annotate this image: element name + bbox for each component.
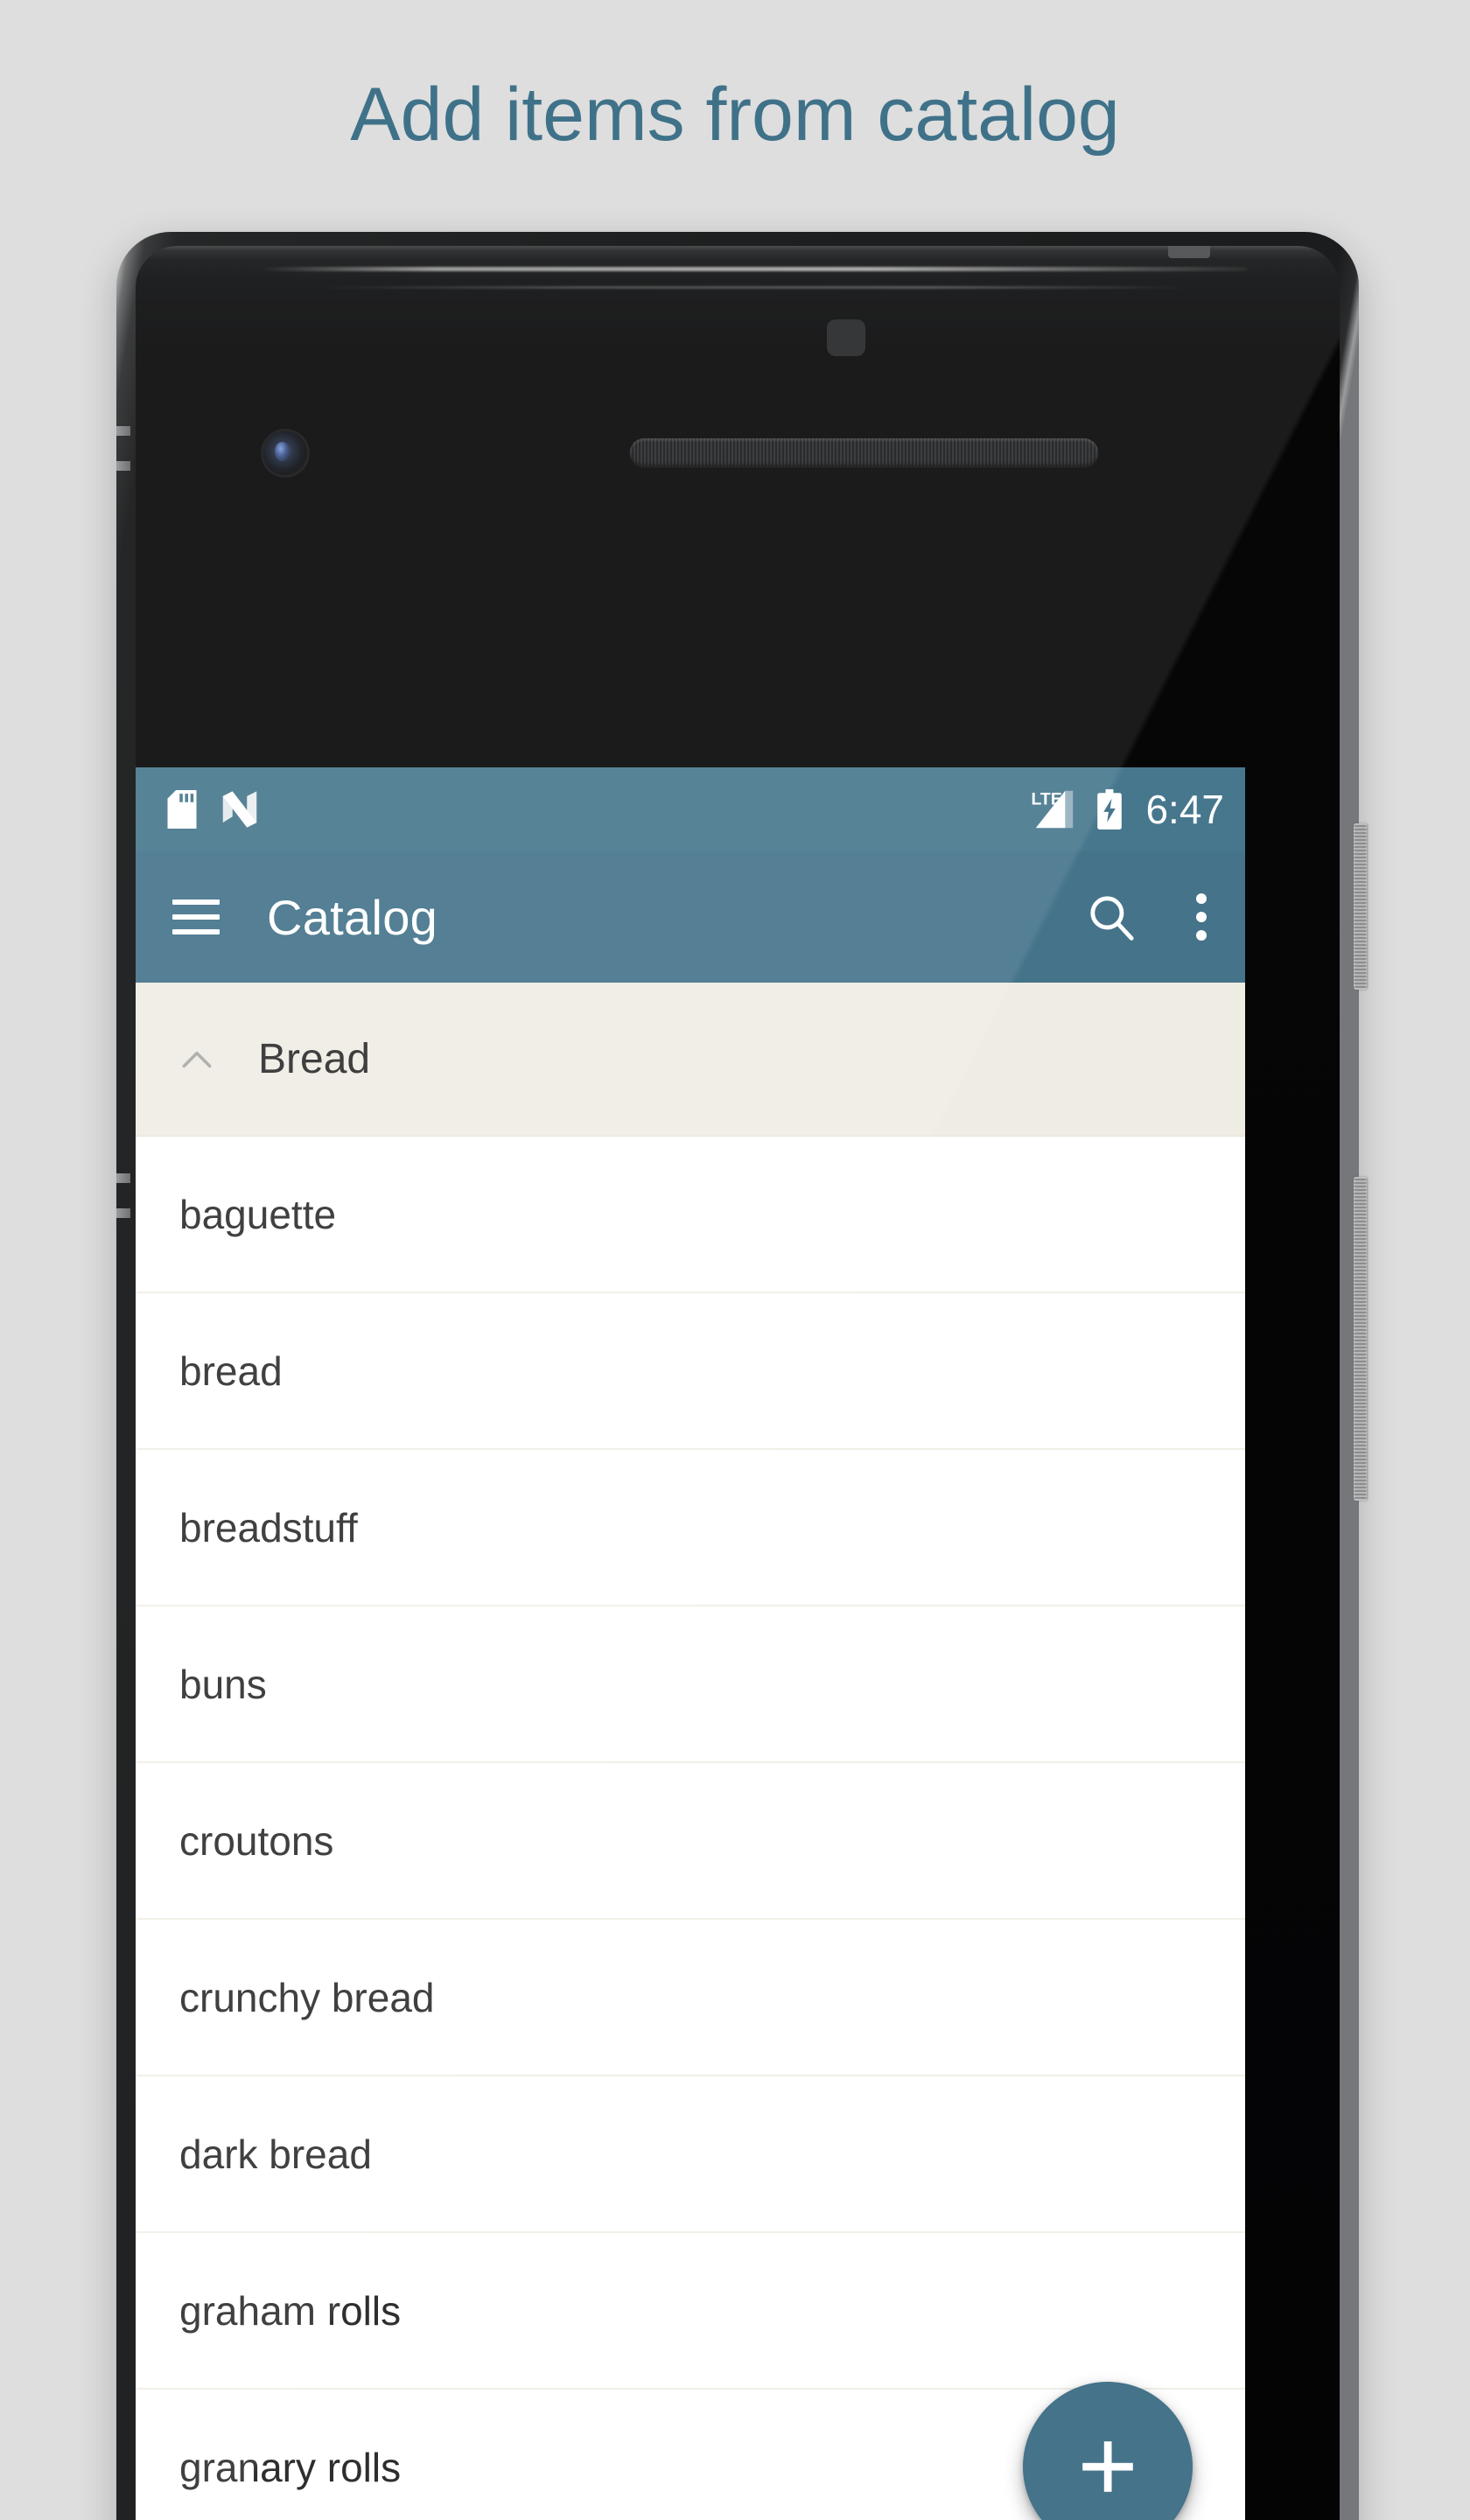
list-item[interactable]: croutons <box>136 1763 1245 1920</box>
catalog-item-list: baguette bread breadstuff buns croutons … <box>136 1137 1245 2520</box>
antenna-band <box>116 1208 130 1218</box>
proximity-sensor <box>827 319 865 356</box>
front-camera <box>263 431 307 475</box>
glass-highlight-secondary <box>311 286 1194 289</box>
list-item[interactable]: buns <box>136 1606 1245 1763</box>
list-item-label: baguette <box>179 1191 337 1237</box>
app-bar-actions <box>1088 893 1207 941</box>
list-item-label: dark bread <box>179 2131 372 2177</box>
android-nougat-icon <box>222 791 257 828</box>
lte-signal-icon: LTE <box>1032 790 1074 829</box>
list-item-label: croutons <box>179 1817 334 1864</box>
overflow-dot <box>1196 912 1207 922</box>
status-bar-left <box>167 790 258 829</box>
list-item[interactable]: baguette <box>136 1137 1245 1293</box>
phone-screen: LTE 6:47 Catalog Bread baguette bread br… <box>136 767 1245 2520</box>
list-item-label: granary rolls <box>179 2444 402 2490</box>
search-icon[interactable] <box>1088 893 1135 941</box>
category-group-label: Bread <box>258 1036 371 1082</box>
list-item[interactable]: crunchy bread <box>136 1920 1245 2076</box>
category-group-header-bread[interactable]: Bread <box>136 983 1245 1137</box>
phone-mockup: LTE 6:47 Catalog Bread baguette bread br… <box>116 232 1367 2520</box>
antenna-band <box>116 461 130 471</box>
status-bar: LTE 6:47 <box>136 767 1245 851</box>
app-bar: Catalog <box>136 851 1245 983</box>
earpiece-speaker <box>630 438 1098 466</box>
glass-highlight <box>258 267 1247 271</box>
status-bar-clock: 6:47 <box>1145 787 1224 832</box>
antenna-band <box>116 426 130 436</box>
battery-charging-icon <box>1097 789 1123 830</box>
status-bar-right: LTE 6:47 <box>1030 786 1224 833</box>
overflow-dot <box>1196 930 1207 941</box>
hamburger-line <box>172 900 220 905</box>
list-item[interactable]: dark bread <box>136 2076 1245 2233</box>
hamburger-line <box>172 929 220 934</box>
list-item[interactable]: breadstuff <box>136 1450 1245 1606</box>
list-item[interactable]: graham rolls <box>136 2233 1245 2390</box>
chevron-up-icon <box>182 1051 212 1068</box>
plus-icon <box>1082 2441 1133 2492</box>
sd-card-icon <box>167 790 197 829</box>
frame-notch <box>1168 246 1210 258</box>
list-item-label: breadstuff <box>179 1504 358 1550</box>
overflow-dot <box>1196 893 1207 904</box>
hamburger-line <box>172 914 220 920</box>
power-button[interactable] <box>1354 823 1367 990</box>
overflow-menu-icon[interactable] <box>1196 893 1207 941</box>
antenna-band <box>116 1173 130 1183</box>
hamburger-menu-icon[interactable] <box>172 900 220 934</box>
list-item-label: graham rolls <box>179 2287 402 2334</box>
list-item-label: crunchy bread <box>179 1974 435 2020</box>
volume-rocker[interactable] <box>1354 1177 1367 1501</box>
app-bar-title: Catalog <box>267 889 438 945</box>
list-item[interactable]: bread <box>136 1293 1245 1450</box>
list-item-label: buns <box>179 1661 267 1707</box>
page-title: Add items from catalog <box>350 73 1120 157</box>
list-item-label: bread <box>179 1348 283 1394</box>
